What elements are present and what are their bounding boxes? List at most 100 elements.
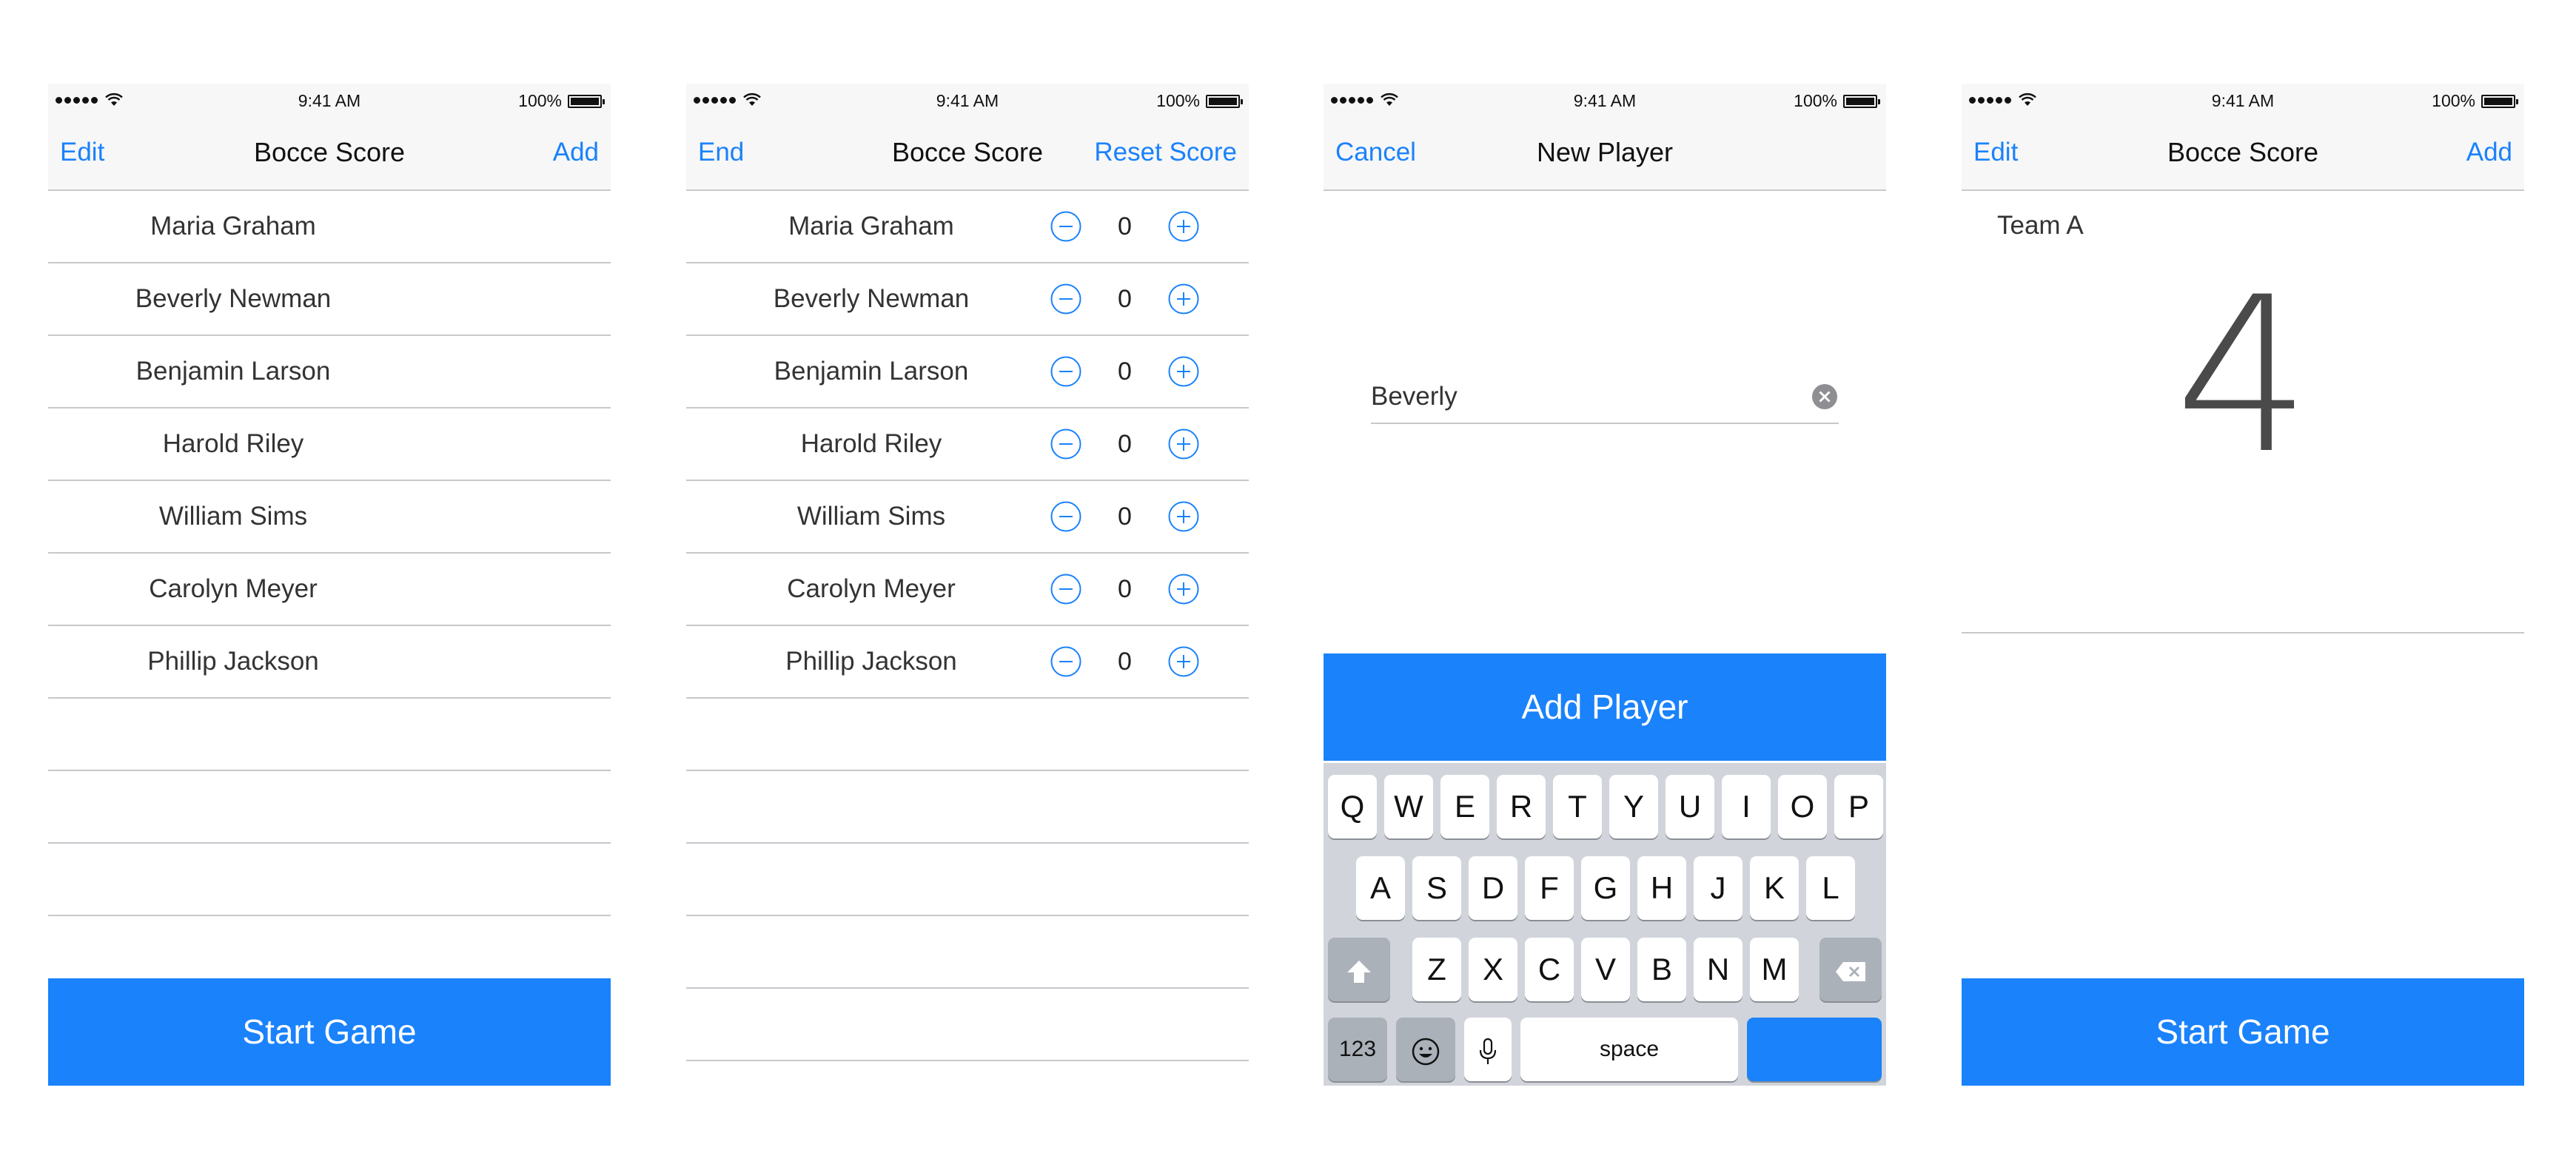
player-name: Phillip Jackson <box>785 647 957 676</box>
new-player-screen: 9:41 AM 100% Cancel New Player Add Playe… <box>1324 84 1886 1086</box>
plus-circle-icon[interactable] <box>1168 574 1199 605</box>
emoji-key[interactable] <box>1396 1018 1455 1081</box>
player-name-input[interactable] <box>1371 372 1785 421</box>
plus-circle-icon[interactable] <box>1168 501 1199 532</box>
battery-percent: 100% <box>1794 91 1837 110</box>
empty-row <box>48 771 611 844</box>
cancel-button[interactable]: Cancel <box>1335 118 1416 187</box>
battery: 100% <box>2432 91 2518 111</box>
status-bar: 9:41 AM 100% <box>686 84 1249 118</box>
start-game-button[interactable]: Start Game <box>1962 978 2524 1086</box>
key-n[interactable]: N <box>1694 938 1743 1001</box>
shift-key[interactable] <box>1328 938 1390 1001</box>
minus-circle-icon[interactable] <box>1050 574 1081 605</box>
list-item[interactable]: Beverly Newman <box>48 263 611 336</box>
add-button[interactable]: Add <box>553 118 599 187</box>
edit-button[interactable]: Edit <box>1973 118 2018 187</box>
team-label: Team A <box>1997 211 2084 240</box>
minus-circle-icon[interactable] <box>1050 428 1081 460</box>
key-m[interactable]: M <box>1750 938 1799 1001</box>
key-j[interactable]: J <box>1694 856 1743 920</box>
shift-icon <box>1347 960 1371 983</box>
numbers-key[interactable]: 123 <box>1328 1018 1387 1081</box>
start-game-button[interactable]: Start Game <box>48 978 611 1086</box>
key-e[interactable]: E <box>1440 775 1489 838</box>
empty-row <box>48 844 611 916</box>
minus-circle-icon[interactable] <box>1050 646 1081 677</box>
key-c[interactable]: C <box>1525 938 1574 1001</box>
score-list: Maria Graham 0 Beverly Newman 0 Benjamin… <box>686 191 1249 1061</box>
list-item[interactable]: Carolyn Meyer <box>48 554 611 626</box>
key-p[interactable]: P <box>1834 775 1883 838</box>
key-y[interactable]: Y <box>1609 775 1658 838</box>
list-item[interactable]: William Sims <box>48 481 611 554</box>
plus-circle-icon[interactable] <box>1168 283 1199 315</box>
key-h[interactable]: H <box>1637 856 1686 920</box>
dictation-key[interactable] <box>1464 1018 1512 1081</box>
score-value: 0 <box>1118 648 1132 676</box>
list-item: Carolyn Meyer 0 <box>686 554 1249 626</box>
key-s[interactable]: S <box>1412 856 1461 920</box>
key-f[interactable]: F <box>1525 856 1574 920</box>
navigation-bar: End Bocce Score Reset Score <box>686 118 1249 191</box>
key-u[interactable]: U <box>1666 775 1714 838</box>
plus-circle-icon[interactable] <box>1168 428 1199 460</box>
key-v[interactable]: V <box>1581 938 1630 1001</box>
list-item: William Sims 0 <box>686 481 1249 554</box>
space-key[interactable]: space <box>1520 1018 1738 1081</box>
status-bar: 9:41 AM 100% <box>1962 84 2524 118</box>
page-title: Bocce Score <box>253 137 406 167</box>
minus-circle-icon[interactable] <box>1050 356 1081 387</box>
list-item[interactable]: Benjamin Larson <box>48 336 611 409</box>
list-item: Phillip Jackson 0 <box>686 626 1249 699</box>
list-item: Beverly Newman 0 <box>686 263 1249 336</box>
add-player-button[interactable]: Add Player <box>1324 653 1886 761</box>
emoji-icon <box>1412 1038 1440 1066</box>
team-score: 4 <box>2174 252 2312 501</box>
battery: 100% <box>518 91 605 111</box>
status-bar: 9:41 AM 100% <box>48 84 611 118</box>
player-name: Maria Graham <box>788 212 954 241</box>
key-g[interactable]: G <box>1581 856 1630 920</box>
key-k[interactable]: K <box>1750 856 1799 920</box>
battery-percent: 100% <box>518 91 562 110</box>
empty-row <box>48 699 611 771</box>
player-name: Phillip Jackson <box>147 647 319 676</box>
clear-icon[interactable] <box>1811 383 1839 411</box>
key-r[interactable]: R <box>1497 775 1546 838</box>
key-q[interactable]: Q <box>1328 775 1377 838</box>
add-button[interactable]: Add <box>2466 118 2512 187</box>
minus-circle-icon[interactable] <box>1050 283 1081 315</box>
key-i[interactable]: I <box>1722 775 1771 838</box>
player-name: William Sims <box>158 502 308 531</box>
minus-circle-icon[interactable] <box>1050 501 1081 532</box>
key-a[interactable]: A <box>1356 856 1405 920</box>
key-b[interactable]: B <box>1637 938 1686 1001</box>
list-item[interactable]: Maria Graham <box>48 191 611 263</box>
edit-button[interactable]: Edit <box>60 118 104 187</box>
key-w[interactable]: W <box>1384 775 1433 838</box>
plus-circle-icon[interactable] <box>1168 646 1199 677</box>
list-item[interactable]: Harold Riley <box>48 409 611 481</box>
key-d[interactable]: D <box>1469 856 1517 920</box>
plus-circle-icon[interactable] <box>1168 356 1199 387</box>
list-item[interactable]: Phillip Jackson <box>48 626 611 699</box>
return-key[interactable] <box>1747 1018 1882 1081</box>
empty-row <box>686 844 1249 916</box>
player-list: Maria Graham Beverly Newman Benjamin Lar… <box>48 191 611 989</box>
key-l[interactable]: L <box>1806 856 1855 920</box>
end-button[interactable]: End <box>698 118 744 187</box>
key-t[interactable]: T <box>1553 775 1602 838</box>
divider <box>1962 632 2524 633</box>
delete-key[interactable] <box>1819 938 1882 1001</box>
list-item: Harold Riley 0 <box>686 409 1249 481</box>
key-z[interactable]: Z <box>1412 938 1461 1001</box>
battery: 100% <box>1156 91 1243 111</box>
reset-score-button[interactable]: Reset Score <box>1094 118 1237 187</box>
player-name: Beverly Newman <box>773 284 970 313</box>
key-x[interactable]: X <box>1469 938 1517 1001</box>
minus-circle-icon[interactable] <box>1050 211 1081 242</box>
key-o[interactable]: O <box>1778 775 1827 838</box>
navigation-bar: Edit Bocce Score Add <box>48 118 611 191</box>
plus-circle-icon[interactable] <box>1168 211 1199 242</box>
